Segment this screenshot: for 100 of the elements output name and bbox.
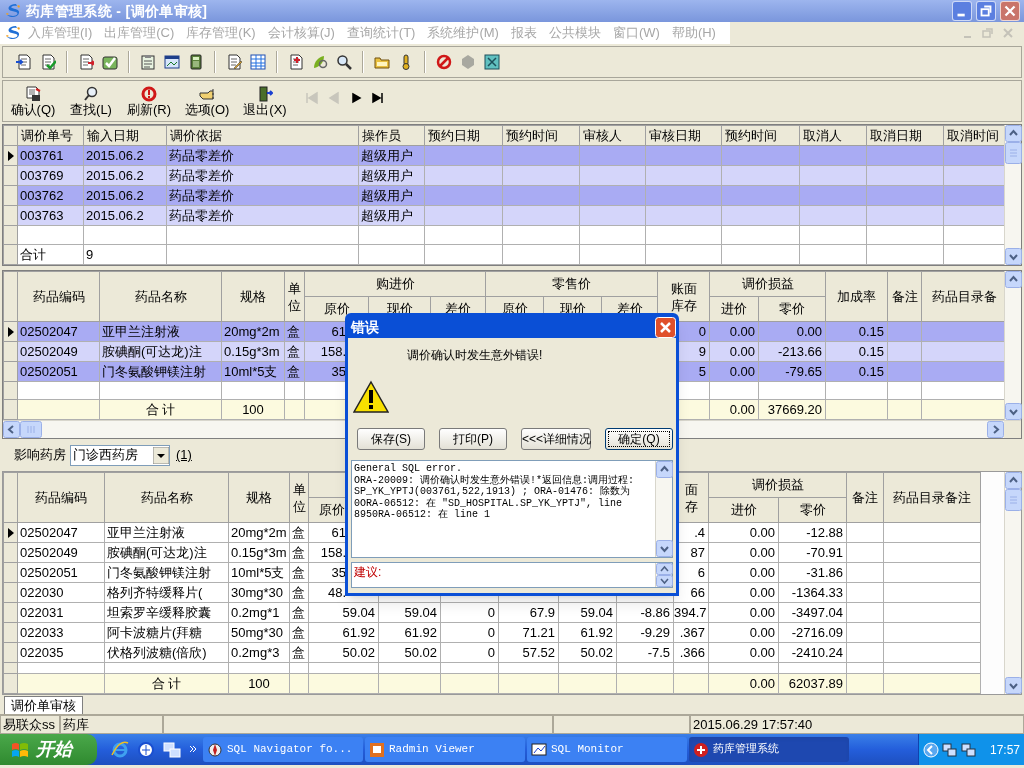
table-cell: .366 [673, 642, 709, 663]
table-cell: 394.7 [673, 602, 709, 623]
error-message: 调价确认时发生意外错误! [407, 347, 543, 364]
column-group-header: 调价损益 [709, 271, 826, 297]
table-cell: 亚甲兰注射液 [104, 522, 229, 543]
table-cell: 02502047 [17, 321, 100, 342]
table-cell: 20mg*2m [221, 321, 285, 342]
table-cell: -12.88 [778, 522, 847, 543]
table-cell: 药品零差价 [166, 165, 359, 186]
table-cell: 0.15 [825, 341, 888, 362]
table-cell: -2410.24 [778, 642, 847, 663]
table-cell: 0.00 [709, 341, 759, 362]
table-cell: 0.15 [825, 361, 888, 382]
table-cell: 003761 [17, 145, 84, 166]
table-cell: 02502049 [17, 542, 105, 563]
table-cell: 61.92 [378, 622, 441, 643]
table-cell: 0.00 [708, 642, 779, 663]
table-cell: 0.00 [708, 673, 779, 694]
table-cell: 0.15g*3m [221, 341, 285, 362]
table-cell: 0.00 [708, 542, 779, 563]
table-cell: -31.86 [778, 562, 847, 583]
table-cell: 100 [228, 673, 290, 694]
table-cell: 61.92 [558, 622, 617, 643]
table-cell: 02502051 [17, 562, 105, 583]
table-cell: 药品零差价 [166, 145, 359, 166]
table-cell: 0.2mg*1 [228, 602, 290, 623]
table-cell: 盒 [289, 522, 309, 543]
table-cell: 0.00 [758, 321, 826, 342]
table-cell: 2015.06.2 [83, 145, 167, 166]
table-cell: 0.00 [708, 582, 779, 603]
table-cell: 门冬氨酸钾镁注射 [104, 562, 229, 583]
table-cell: 0.15g*3m [228, 542, 290, 563]
table-cell: 盒 [289, 582, 309, 603]
clock: 17:57 [989, 741, 1020, 759]
table-cell: 2015.06.2 [83, 185, 167, 206]
table-cell: 59.04 [308, 602, 379, 623]
table-cell: 022035 [17, 642, 105, 663]
table-cell: -2716.09 [778, 622, 847, 643]
table-cell: 022033 [17, 622, 105, 643]
table-cell: 20mg*2m [228, 522, 290, 543]
table-cell: 100 [221, 399, 285, 420]
table-cell: 合 计 [104, 673, 229, 694]
table-cell: 0.00 [708, 622, 779, 643]
table-cell: 2015.06.2 [83, 205, 167, 226]
table-cell: 30mg*30 [228, 582, 290, 603]
table-cell: 37669.20 [758, 399, 826, 420]
table-cell: -8.86 [616, 602, 674, 623]
status-panel: 药库 [60, 715, 163, 734]
table-cell: 盒 [289, 542, 309, 563]
table-cell: 10ml*5支 [221, 361, 285, 382]
table-cell: 10ml*5支 [228, 562, 290, 583]
table-cell: 0.2mg*3 [228, 642, 290, 663]
table-cell: 格列齐特缓释片( [104, 582, 229, 603]
table-cell: 盒 [284, 341, 305, 362]
table-cell: 71.21 [498, 622, 559, 643]
table-cell: 022031 [17, 602, 105, 623]
table-cell: 67.9 [498, 602, 559, 623]
table-cell: -213.66 [758, 341, 826, 362]
table-cell: -7.5 [616, 642, 674, 663]
table-cell: 0.15 [825, 321, 888, 342]
table-cell: -3497.04 [778, 602, 847, 623]
table-cell: 坦索罗辛缓释胶囊 [104, 602, 229, 623]
table-cell: 2015.06.2 [83, 165, 167, 186]
table-cell: .367 [673, 622, 709, 643]
table-cell: 02502047 [17, 522, 105, 543]
table-cell: 胺碘酮(可达龙)注 [99, 341, 222, 362]
table-cell: 盒 [289, 562, 309, 583]
table-cell: 盒 [289, 622, 309, 643]
table-cell: 超级用户 [358, 185, 425, 206]
table-cell: -1364.33 [778, 582, 847, 603]
table-cell: 药品零差价 [166, 205, 359, 226]
table-cell: 0.00 [709, 321, 759, 342]
table-cell: 0 [440, 602, 499, 623]
column-group-header: 零售价 [485, 271, 658, 297]
table-cell: 62037.89 [778, 673, 847, 694]
table-cell: 超级用户 [358, 145, 425, 166]
table-cell: 胺碘酮(可达龙)注 [104, 542, 229, 563]
table-cell: 盒 [289, 642, 309, 663]
table-cell: 合计 [17, 244, 84, 265]
table-cell: 59.04 [558, 602, 617, 623]
table-cell: -70.91 [778, 542, 847, 563]
table-cell: 亚甲兰注射液 [99, 321, 222, 342]
table-cell: 003769 [17, 165, 84, 186]
status-panel: 2015.06.29 17:57:40 [690, 715, 1024, 734]
table-cell: 003763 [17, 205, 84, 226]
table-cell: -9.29 [616, 622, 674, 643]
table-cell: -79.65 [758, 361, 826, 382]
table-cell: 50.02 [558, 642, 617, 663]
table-cell: 药品零差价 [166, 185, 359, 206]
table-cell: 盒 [284, 361, 305, 382]
table-cell: 0 [440, 622, 499, 643]
window-title: 药库管理系统 - [调价单审核] [26, 1, 208, 21]
table-cell: 02502051 [17, 361, 100, 382]
table-cell: 61.92 [308, 622, 379, 643]
field-label: 影响药房 [14, 446, 66, 465]
table-cell: 0.00 [709, 361, 759, 382]
table-cell: 02502049 [17, 341, 100, 362]
table-cell: 9 [83, 244, 167, 265]
table-cell: 57.52 [498, 642, 559, 663]
table-cell: 阿卡波糖片(拜糖 [104, 622, 229, 643]
